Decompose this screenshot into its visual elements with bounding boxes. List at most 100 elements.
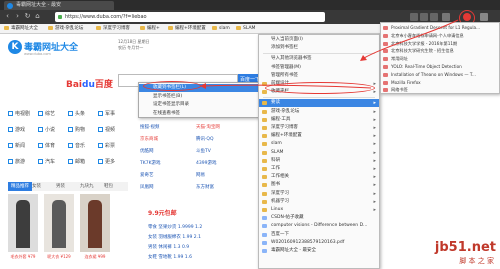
- folder-icon: [262, 109, 267, 114]
- search-engine-logo[interactable]: Baidu百度: [66, 77, 113, 90]
- category-link[interactable]: 小说: [38, 126, 55, 135]
- deal-row[interactable]: 零食 坚果炒货 1.9999 1.2: [148, 224, 202, 230]
- bookmark-folder-item[interactable]: SLAM ▸: [259, 149, 379, 157]
- site-link[interactable]: 东方财富: [196, 184, 214, 192]
- category-icon: [98, 143, 103, 148]
- product-card[interactable]: 毛衣外套 ¥79: [8, 194, 38, 259]
- page-icon: [262, 232, 267, 237]
- bookmark-item[interactable]: 游戏·杂乱论坛: [48, 25, 83, 33]
- bookmark-folder-item[interactable]: 编程·工具 ▸: [259, 116, 379, 124]
- folder-icon: [236, 25, 241, 30]
- category-link[interactable]: 邮箱: [68, 158, 85, 167]
- product-card[interactable]: 呢大衣 ¥129: [44, 194, 74, 259]
- deal-title: 9.9元包邮: [148, 210, 177, 217]
- category-link[interactable]: 综艺: [38, 110, 55, 119]
- category-icon: [98, 127, 103, 132]
- bookmark-item[interactable]: slam: [212, 25, 230, 33]
- site-link[interactable]: 京东商城: [140, 136, 158, 144]
- forward-icon[interactable]: ›: [14, 13, 21, 20]
- bookmark-folder-item[interactable]: 游戏·杂乱论坛 ▸: [259, 108, 379, 116]
- product-category-tab[interactable]: 女装: [32, 182, 41, 191]
- category-icon: [38, 127, 43, 132]
- browser-tab[interactable]: 毒霸网址大全 - 最安: [4, 1, 114, 10]
- chevron-right-icon: ▸: [373, 182, 376, 189]
- chevron-right-icon: ▸: [373, 125, 376, 131]
- bookmark-folder-item[interactable]: Linux ▸: [259, 206, 379, 214]
- site-link[interactable]: 斗鱼TV: [196, 148, 211, 156]
- chevron-right-icon: ▸: [373, 108, 376, 115]
- site-link[interactable]: 爱奇艺: [140, 172, 154, 180]
- category-icon: [38, 159, 43, 164]
- category-link[interactable]: 游戏: [8, 126, 25, 135]
- site-link[interactable]: 凤凰网: [140, 184, 154, 192]
- category-link[interactable]: 更多: [98, 158, 115, 167]
- refresh-icon[interactable]: ↻: [24, 13, 31, 20]
- category-icon: [8, 127, 13, 132]
- deal-row[interactable]: 男装 休闲裤 1.3 0.9: [148, 244, 189, 250]
- bookmark-folder-item[interactable]: 工作相关 ▸: [259, 173, 379, 181]
- page-icon: [262, 216, 267, 221]
- site-link[interactable]: TK7K游戏: [140, 160, 161, 168]
- bookmark-folder-item[interactable]: 深度学习 ▸: [259, 190, 379, 198]
- category-link[interactable]: 体育: [38, 142, 55, 151]
- folder-icon: [262, 199, 267, 204]
- category-link[interactable]: 旅游: [8, 158, 25, 167]
- home-icon[interactable]: ⌂: [34, 13, 41, 20]
- bookmark-folder-item[interactable]: 科研 ▸: [259, 157, 379, 165]
- site-logo-icon[interactable]: K: [8, 40, 22, 54]
- address-bar[interactable]: https://www.duba.com/?f=liebao: [55, 12, 325, 22]
- category-link[interactable]: 军事: [98, 110, 115, 119]
- product-category-tab[interactable]: 男装: [56, 182, 65, 191]
- deal-row[interactable]: 女鞋 雪地靴 1.99 1.6: [148, 254, 192, 260]
- product-card[interactable]: 连衣裙 ¥99: [80, 194, 110, 259]
- bookmark-folder-item[interactable]: 工作 ▸: [259, 165, 379, 173]
- annotation-circle: [143, 81, 201, 91]
- bookmark-page-item[interactable]: computer visions - Difference between D.…: [259, 222, 379, 230]
- watermark-subtitle: 脚 本 之 家: [459, 257, 494, 265]
- folder-icon: [212, 25, 217, 30]
- category-icon: [38, 143, 43, 148]
- category-link[interactable]: 彩票: [98, 142, 115, 151]
- bookmark-folder-item[interactable]: 图书 ▸: [259, 181, 379, 189]
- bookmark-item[interactable]: 毒霸网址大全: [4, 25, 38, 33]
- category-link[interactable]: 新闻: [8, 142, 25, 151]
- product-category-tab[interactable]: 九块九: [80, 182, 94, 191]
- bookmark-item[interactable]: SLAM: [236, 25, 255, 33]
- bookmark-folder-item[interactable]: 深度学习博客 ▸: [259, 124, 379, 132]
- context-menu-item[interactable]: 在线查看书签: [139, 110, 259, 118]
- category-link[interactable]: 头条: [68, 110, 85, 119]
- category-link[interactable]: 音乐: [68, 142, 85, 151]
- bookmark-page-item[interactable]: 毒霸网址大全 - 最安全: [259, 247, 379, 255]
- site-link[interactable]: 搜狐·视频: [140, 124, 159, 132]
- site-link[interactable]: 优酷网: [140, 148, 154, 156]
- category-link[interactable]: 电视剧: [8, 110, 30, 119]
- bookmark-folder-item[interactable]: 机器学习 ▸: [259, 198, 379, 206]
- bookmark-item[interactable]: 深度学习博客: [96, 25, 130, 33]
- menu-icon[interactable]: [480, 13, 488, 21]
- page-icon: [262, 224, 267, 229]
- site-link[interactable]: 网易: [196, 172, 205, 180]
- chevron-right-icon: ▸: [373, 174, 376, 181]
- bookmark-folder-item[interactable]: slam ▸: [259, 140, 379, 148]
- chevron-right-icon: ▸: [373, 133, 376, 140]
- deal-row[interactable]: 女装 羽绒服棉衣 1.99 2.1: [148, 234, 201, 240]
- bookmark-item[interactable]: 编程+: [140, 25, 160, 33]
- product-category-tab[interactable]: 精品推荐: [8, 182, 32, 191]
- category-link[interactable]: 视频: [98, 126, 115, 135]
- category-link[interactable]: 购物: [68, 126, 85, 135]
- site-link[interactable]: 腾讯·QQ: [196, 136, 214, 144]
- folder-icon: [262, 167, 267, 171]
- tab-title: 毒霸网址大全 - 最安: [16, 2, 61, 8]
- bookmark-folder-item[interactable]: 编程+环境配置 ▸: [259, 132, 379, 140]
- product-category-tab[interactable]: 鞋包: [104, 182, 113, 191]
- chevron-right-icon: ▸: [373, 198, 376, 205]
- back-icon[interactable]: ‹: [4, 13, 11, 20]
- site-link[interactable]: 天猫·淘宝网: [196, 124, 220, 132]
- category-link[interactable]: 汽车: [38, 158, 55, 167]
- bookmark-item[interactable]: 编程+环境配置: [168, 25, 206, 33]
- bookmark-page-item[interactable]: 百度一下: [259, 231, 379, 239]
- category-icon: [8, 159, 13, 164]
- bookmark-page-item[interactable]: W020160912388579120163.pdf: [259, 239, 379, 247]
- site-link[interactable]: 4399游戏: [196, 160, 216, 168]
- bookmark-page-item[interactable]: CSDN-帖子收藏: [259, 214, 379, 222]
